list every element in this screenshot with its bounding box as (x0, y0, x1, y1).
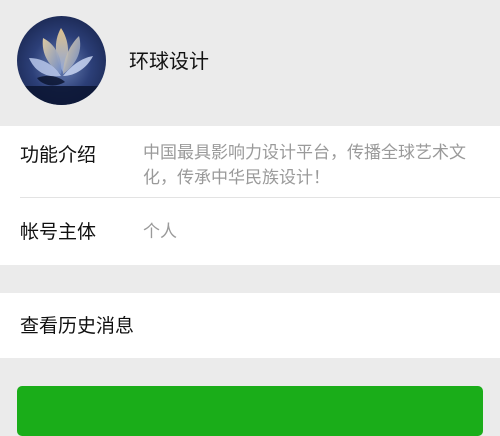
intro-label: 功能介绍 (20, 144, 97, 166)
account-info-card: 功能介绍 中国最具影响力设计平台，传播全球艺术文化，传承中华民族设计！ 帐号主体… (0, 126, 500, 265)
lotus-building-logo-icon (25, 28, 98, 105)
account-name: 环球设计 (129, 49, 209, 73)
intro-value: 中国最具影响力设计平台，传播全球艺术文化，传承中华民族设计！ (143, 143, 466, 188)
history-label: 查看历史消息 (20, 315, 135, 337)
divider (20, 197, 500, 198)
profile-header: 环球设计 (0, 0, 500, 126)
follow-button[interactable] (17, 386, 483, 436)
owner-value: 个人 (143, 222, 177, 242)
owner-label: 帐号主体 (20, 221, 97, 243)
history-messages-row[interactable]: 查看历史消息 (0, 293, 500, 358)
avatar[interactable] (17, 16, 106, 105)
